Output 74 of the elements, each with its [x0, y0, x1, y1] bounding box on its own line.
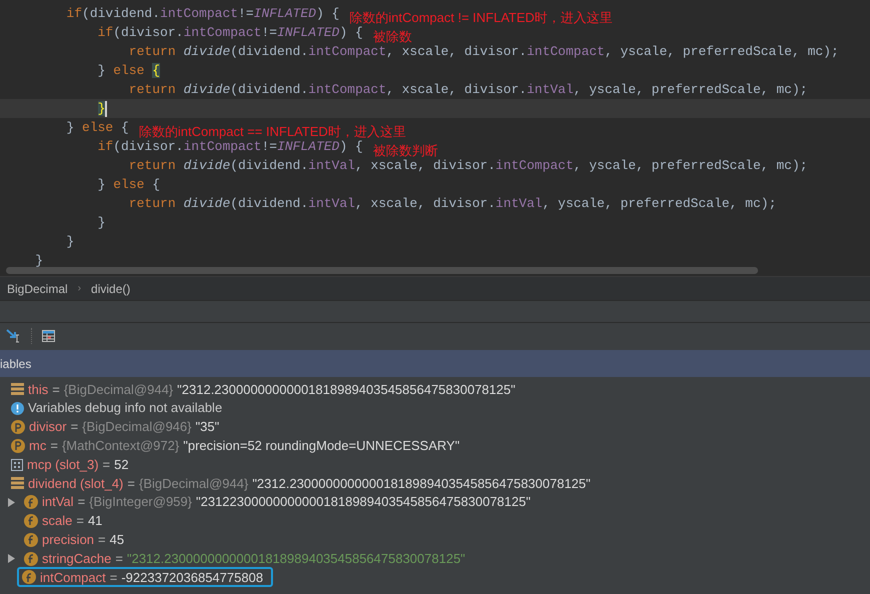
variable-value: 41	[88, 512, 102, 530]
code-line: return divide(dividend.intVal, xscale, divisor.intVal, yscale, preferredScale, mc);	[128, 195, 776, 213]
equals-sign: =	[78, 493, 86, 512]
info-icon	[11, 402, 24, 415]
equals-sign: =	[115, 550, 123, 568]
variable-name: divisor	[29, 418, 67, 436]
variable-name: stringCache	[42, 550, 112, 568]
equals-sign: =	[70, 418, 78, 436]
field-icon	[24, 532, 38, 547]
primitive-icon	[11, 458, 23, 471]
annotation-text: 被除数判断	[372, 142, 438, 160]
field-icon	[24, 514, 38, 528]
expand-arrow-icon[interactable]	[8, 498, 15, 507]
variable-type: {BigDecimal@946}	[82, 418, 192, 436]
variable-name: precision	[42, 531, 94, 550]
code-line: if(dividend.intCompact!=INFLATED) {	[65, 5, 340, 23]
annotation-text: 除数的intCompact != INFLATED时，进入这里	[349, 9, 613, 26]
field-icon	[22, 570, 36, 584]
variable-name: mc	[29, 437, 46, 456]
code-line: } else {	[96, 176, 160, 194]
object-icon	[11, 383, 24, 396]
variable-name: scale	[42, 512, 72, 530]
equals-sign: =	[110, 568, 118, 587]
horizontal-scrollbar[interactable]	[6, 267, 758, 274]
variable-type: {BigInteger@959}	[89, 493, 192, 512]
variable-name: this	[28, 380, 48, 399]
variable-name: dividend (slot_4)	[28, 474, 124, 493]
variable-name: intVal	[42, 493, 74, 512]
info-message: Variables debug info not available	[28, 399, 222, 418]
variable-value: "35"	[196, 418, 220, 436]
variable-type: {MathContext@972}	[62, 437, 180, 456]
variable-value: 45	[110, 531, 124, 550]
code-line: if(divisor.intCompact!=INFLATED) {	[96, 139, 363, 156]
breadcrumb-item[interactable]: divide()	[91, 280, 130, 298]
variable-value: "231223000000000001818989403545856475830078125"	[196, 493, 531, 512]
object-icon	[11, 477, 24, 490]
variable-name: intCompact	[40, 568, 106, 587]
variable-value: -9223372036854775808	[121, 568, 264, 587]
panel-title: iables	[0, 356, 32, 372]
code-line: } else {	[96, 62, 160, 80]
code-line: }	[65, 233, 74, 251]
text-cursor	[105, 101, 108, 117]
variable-value: "2312.23000000000001818989403545856475830078125"	[177, 380, 516, 399]
variable-value: 52	[114, 456, 129, 474]
expand-arrow-icon[interactable]	[8, 554, 15, 564]
variable-value: "precision=52 roundingMode=UNNECESSARY"	[183, 437, 460, 456]
variable-value: "2312.23000000000001818989403545856475830078125"	[126, 550, 466, 568]
annotation-text: 除数的intCompact == INFLATED时，进入这里	[138, 123, 406, 140]
variable-value: "2312.23000000000001818989403545856475830078125"	[252, 474, 591, 493]
code-line: }	[34, 252, 44, 270]
step-arrow-icon[interactable]	[6, 329, 21, 343]
code-line: return divide(dividend.intVal, xscale, divisor.intCompact, yscale, preferredScale, mc);	[128, 157, 808, 175]
code-line: if(divisor.intCompact!=INFLATED) {	[96, 24, 363, 42]
parameter-icon	[11, 438, 25, 453]
parameter-icon	[11, 420, 25, 434]
equals-sign: =	[50, 437, 58, 456]
code-line: }	[96, 214, 106, 232]
equals-sign: =	[52, 380, 60, 399]
equals-sign: =	[102, 456, 110, 474]
annotation-text: 被除数	[372, 28, 412, 46]
code-line: } else {	[65, 119, 129, 137]
field-icon	[24, 495, 38, 510]
code-line: return divide(dividend.intCompact, xscale, divisor.intCompact, yscale, preferredScale, mc);	[128, 43, 839, 61]
code-line: return divide(dividend.intCompact, xscale, divisor.intVal, yscale, preferredScale, mc);	[128, 81, 808, 99]
table-icon[interactable]	[42, 330, 55, 342]
variable-type: {BigDecimal@944}	[138, 474, 248, 493]
breadcrumb-item[interactable]: BigDecimal	[7, 280, 68, 298]
equals-sign: =	[76, 512, 84, 530]
equals-sign: =	[98, 531, 106, 550]
field-icon	[24, 552, 38, 566]
variable-type: {BigDecimal@944}	[64, 380, 174, 399]
breadcrumb-separator: ›	[78, 282, 82, 296]
variable-name: mcp (slot_3)	[27, 456, 99, 474]
equals-sign: =	[127, 474, 135, 493]
